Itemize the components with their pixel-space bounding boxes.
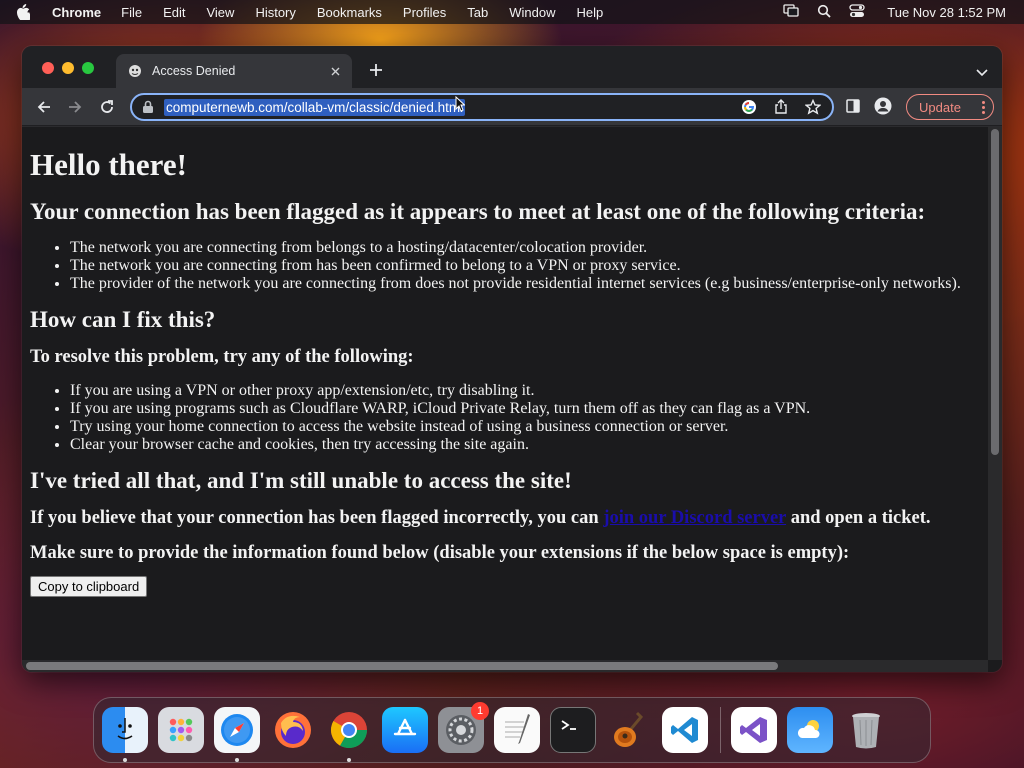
resolve-heading: To resolve this problem, try any of the … bbox=[30, 347, 414, 367]
browser-toolbar: computernewb.com/collab-vm/classic/denie… bbox=[22, 88, 1002, 126]
dock-separator bbox=[720, 707, 721, 753]
chrome-icon[interactable] bbox=[326, 707, 372, 762]
incorrect-suffix: and open a ticket. bbox=[786, 508, 931, 528]
list-item: If you are using programs such as Cloudf… bbox=[70, 400, 980, 418]
menu-clock[interactable]: Tue Nov 28 1:52 PM bbox=[887, 5, 1006, 20]
menu-profiles[interactable]: Profiles bbox=[403, 5, 446, 20]
more-menu-icon[interactable] bbox=[982, 100, 985, 114]
menu-bookmarks[interactable]: Bookmarks bbox=[317, 5, 382, 20]
criteria-heading: Your connection has been flagged as it a… bbox=[30, 199, 926, 224]
page-favicon-icon bbox=[128, 64, 142, 78]
menu-bar: Chrome File Edit View History Bookmarks … bbox=[0, 0, 1024, 24]
browser-window: Access Denied computernewb.com/collab-vm… bbox=[22, 46, 1002, 672]
share-icon[interactable] bbox=[772, 98, 790, 116]
address-bar[interactable]: computernewb.com/collab-vm/classic/denie… bbox=[130, 93, 834, 121]
reload-icon[interactable] bbox=[98, 98, 116, 116]
app-store-icon[interactable] bbox=[382, 707, 428, 753]
menu-tab[interactable]: Tab bbox=[467, 5, 488, 20]
discord-link[interactable]: join our Discord server bbox=[603, 508, 786, 528]
menu-edit[interactable]: Edit bbox=[163, 5, 185, 20]
trash-icon[interactable] bbox=[843, 707, 889, 753]
side-panel-icon[interactable] bbox=[846, 99, 860, 118]
tab-search-chevron-icon[interactable] bbox=[976, 64, 988, 77]
list-item: The provider of the network you are conn… bbox=[70, 275, 980, 293]
menu-view[interactable]: View bbox=[206, 5, 234, 20]
tab-strip: Access Denied bbox=[22, 46, 1002, 88]
lock-icon[interactable] bbox=[142, 100, 154, 114]
minimize-window-button[interactable] bbox=[62, 62, 74, 74]
list-item: The network you are connecting from belo… bbox=[70, 239, 980, 257]
terminal-icon[interactable] bbox=[550, 707, 596, 753]
vertical-scroll-thumb[interactable] bbox=[991, 129, 999, 455]
finder-icon[interactable] bbox=[102, 707, 148, 762]
tab-access-denied[interactable]: Access Denied bbox=[116, 54, 352, 88]
criteria-list: The network you are connecting from belo… bbox=[70, 239, 980, 293]
incorrect-prefix: If you believe that your connection has … bbox=[30, 508, 604, 528]
forward-arrow-icon[interactable] bbox=[66, 98, 84, 116]
list-item: If you are using a VPN or other proxy ap… bbox=[70, 382, 980, 400]
page-content: Hello there! Your connection has been fl… bbox=[22, 127, 988, 660]
screen-mirroring-icon[interactable] bbox=[783, 3, 799, 21]
vertical-scrollbar[interactable] bbox=[988, 127, 1002, 660]
mouse-cursor-icon bbox=[455, 95, 466, 112]
menu-help[interactable]: Help bbox=[577, 5, 604, 20]
update-button[interactable]: Update bbox=[906, 94, 994, 120]
vscode-icon[interactable] bbox=[662, 707, 708, 753]
menu-file[interactable]: File bbox=[121, 5, 142, 20]
google-lens-icon[interactable] bbox=[740, 98, 758, 116]
close-tab-icon[interactable] bbox=[326, 62, 344, 80]
system-settings-icon[interactable]: 1 bbox=[438, 702, 489, 753]
info-heading: Make sure to provide the information fou… bbox=[30, 543, 850, 563]
copy-to-clipboard-button[interactable]: Copy to clipboard bbox=[30, 576, 148, 597]
list-item: Clear your browser cache and cookies, th… bbox=[70, 436, 980, 454]
settings-badge: 1 bbox=[471, 702, 489, 720]
horizontal-scroll-thumb[interactable] bbox=[26, 662, 778, 670]
search-icon[interactable] bbox=[817, 4, 831, 21]
apple-menu-icon[interactable] bbox=[16, 4, 38, 20]
page-viewport: Hello there! Your connection has been fl… bbox=[22, 127, 1002, 672]
still-unable-heading: I've tried all that, and I'm still unabl… bbox=[30, 468, 572, 493]
list-item: The network you are connecting from has … bbox=[70, 257, 980, 275]
weather-icon[interactable] bbox=[787, 707, 833, 753]
update-label: Update bbox=[919, 99, 961, 115]
back-arrow-icon[interactable] bbox=[35, 98, 53, 116]
garageband-icon[interactable] bbox=[606, 707, 652, 753]
resolve-list: If you are using a VPN or other proxy ap… bbox=[70, 382, 980, 454]
url-text[interactable]: computernewb.com/collab-vm/classic/denie… bbox=[164, 98, 466, 116]
launchpad-icon[interactable] bbox=[158, 707, 204, 753]
fix-heading: How can I fix this? bbox=[30, 307, 216, 332]
close-window-button[interactable] bbox=[42, 62, 54, 74]
horizontal-scrollbar[interactable] bbox=[22, 660, 988, 672]
visual-studio-icon[interactable] bbox=[731, 707, 777, 753]
page-heading: Hello there! bbox=[30, 147, 187, 182]
dock: 1 bbox=[93, 697, 931, 763]
control-center-icon[interactable] bbox=[849, 3, 865, 21]
profile-icon[interactable] bbox=[874, 97, 892, 120]
menu-history[interactable]: History bbox=[255, 5, 295, 20]
textedit-icon[interactable] bbox=[494, 707, 540, 753]
list-item: Try using your home connection to access… bbox=[70, 418, 980, 436]
flagged-incorrectly-text: If you believe that your connection has … bbox=[30, 508, 980, 529]
menu-window[interactable]: Window bbox=[509, 5, 555, 20]
menu-app-name[interactable]: Chrome bbox=[52, 5, 101, 20]
safari-icon[interactable] bbox=[214, 707, 260, 762]
firefox-icon[interactable] bbox=[270, 707, 316, 753]
tab-title: Access Denied bbox=[152, 64, 236, 78]
bookmark-star-icon[interactable] bbox=[804, 98, 822, 116]
new-tab-icon[interactable] bbox=[368, 62, 384, 78]
zoom-window-button[interactable] bbox=[82, 62, 94, 74]
